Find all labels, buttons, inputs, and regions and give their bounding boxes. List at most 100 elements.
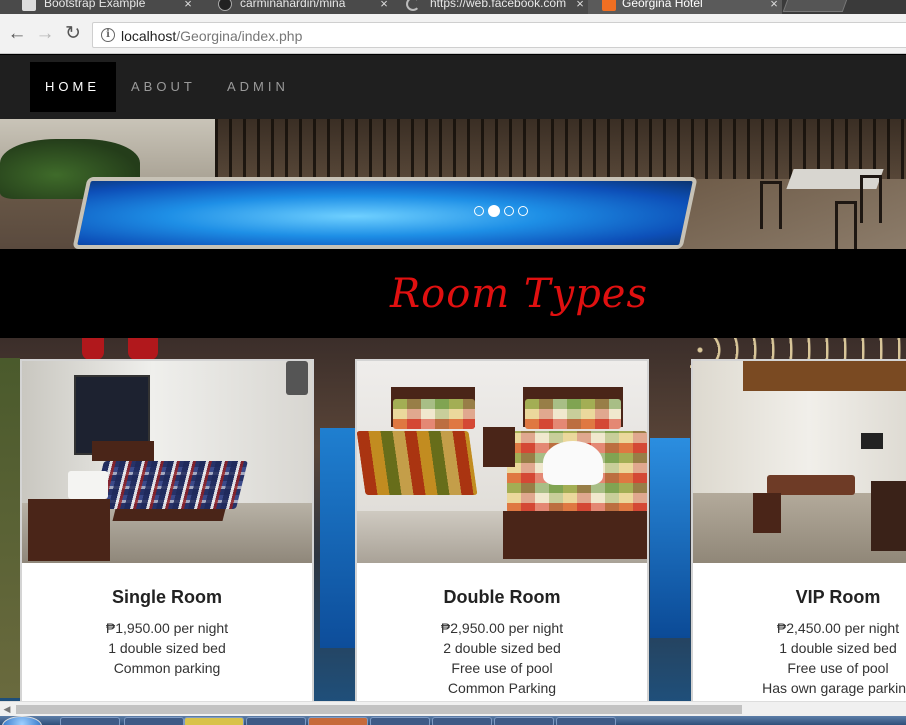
room-card-vip[interactable]: VIP Room ₱2,450.00 per night 1 double si… bbox=[691, 359, 906, 701]
tab-georgina-hotel[interactable]: Georgina Hotel × bbox=[588, 0, 782, 14]
taskbar-item[interactable] bbox=[124, 717, 184, 725]
close-icon[interactable]: × bbox=[572, 0, 588, 12]
address-bar[interactable]: i localhost/Georgina/index.php bbox=[92, 22, 906, 48]
room-price: ₱1,950.00 per night bbox=[105, 620, 229, 636]
room-card-single[interactable]: Single Room ₱1,950.00 per night 1 double… bbox=[20, 359, 314, 701]
background-tree bbox=[0, 358, 20, 698]
site-navbar: HOME ABOUT ADMIN bbox=[0, 55, 906, 119]
photo-chair bbox=[68, 471, 108, 499]
photo-desk bbox=[28, 499, 110, 561]
photo-bed-frame bbox=[503, 511, 647, 559]
background-curtain bbox=[128, 338, 158, 360]
tab-title: carminahardin/mina bbox=[240, 0, 346, 10]
os-taskbar bbox=[0, 716, 906, 725]
taskbar-item[interactable] bbox=[60, 717, 120, 725]
photo-pillow bbox=[393, 399, 475, 429]
tab-facebook[interactable]: https://web.facebook.com × bbox=[392, 0, 588, 14]
nav-home[interactable]: HOME bbox=[30, 62, 116, 112]
photo-bed bbox=[92, 461, 248, 509]
room-price: ₱2,950.00 per night bbox=[440, 620, 564, 636]
github-icon bbox=[218, 0, 232, 11]
room-feature: Free use of pool bbox=[787, 660, 889, 676]
room-feature: 1 double sized bed bbox=[779, 640, 897, 656]
xampp-icon bbox=[602, 0, 616, 11]
room-feature: Common Parking bbox=[447, 680, 557, 696]
room-info: Single Room ₱1,950.00 per night 1 double… bbox=[22, 563, 312, 678]
room-price: ₱2,450.00 per night bbox=[776, 620, 900, 636]
room-info: VIP Room ₱2,450.00 per night 1 double si… bbox=[693, 563, 906, 698]
photo-nightstand bbox=[753, 493, 781, 533]
url-text: localhost/Georgina/index.php bbox=[121, 28, 302, 44]
photo-bed bbox=[357, 431, 478, 495]
close-icon[interactable]: × bbox=[376, 0, 392, 12]
taskbar-item[interactable] bbox=[308, 717, 368, 725]
photo-tv bbox=[861, 433, 883, 449]
photo-bed-frame bbox=[112, 509, 226, 521]
photo-towel-swans bbox=[543, 441, 603, 485]
photo-ceiling-trim bbox=[743, 361, 906, 391]
taskbar-item[interactable] bbox=[184, 717, 244, 725]
tab-bootstrap-example[interactable]: Bootstrap Example × bbox=[0, 0, 196, 14]
start-button[interactable] bbox=[2, 716, 42, 725]
photo-tv bbox=[286, 361, 308, 395]
section-title: Room Types bbox=[390, 271, 649, 317]
tab-title: Georgina Hotel bbox=[622, 0, 703, 10]
background-pool bbox=[650, 438, 690, 638]
taskbar-item[interactable] bbox=[370, 717, 430, 725]
section-heading-band: Room Types bbox=[0, 249, 906, 338]
room-types-section: Single Room ₱1,950.00 per night 1 double… bbox=[0, 338, 906, 701]
carousel-indicator-3[interactable] bbox=[504, 205, 514, 216]
taskbar-item[interactable] bbox=[432, 717, 492, 725]
room-photo-single bbox=[22, 361, 312, 563]
carousel-indicator-4[interactable] bbox=[518, 205, 528, 216]
tab-title: https://web.facebook.com bbox=[430, 0, 567, 10]
scroll-left-icon[interactable]: ◀ bbox=[2, 704, 12, 714]
taskbar-item[interactable] bbox=[556, 717, 616, 725]
hero-photo-chair bbox=[760, 181, 782, 229]
reload-icon[interactable]: ↻ bbox=[63, 24, 83, 44]
photo-pillow bbox=[525, 399, 621, 429]
loading-icon bbox=[406, 0, 420, 11]
carousel-indicator-1[interactable] bbox=[474, 205, 484, 216]
photo-dining-set bbox=[871, 481, 906, 551]
close-icon[interactable]: × bbox=[766, 0, 782, 12]
carousel-indicators bbox=[474, 202, 532, 217]
background-curtain bbox=[82, 338, 104, 360]
browser-window: Bootstrap Example × carminahardin/mina ×… bbox=[0, 0, 906, 725]
info-icon[interactable]: i bbox=[101, 28, 115, 42]
room-photo-vip bbox=[693, 361, 906, 563]
room-name: VIP Room bbox=[795, 587, 881, 607]
forward-arrow-icon[interactable]: → bbox=[35, 24, 55, 44]
room-card-double[interactable]: Double Room ₱2,950.00 per night 2 double… bbox=[355, 359, 649, 701]
room-photo-double bbox=[357, 361, 647, 563]
background-pool bbox=[320, 428, 360, 648]
photo-nightstand bbox=[483, 427, 515, 467]
taskbar-item[interactable] bbox=[246, 717, 306, 725]
photo-bed bbox=[767, 475, 855, 495]
hero-photo-chair bbox=[860, 175, 882, 223]
nav-admin[interactable]: ADMIN bbox=[212, 62, 304, 112]
room-feature: Free use of pool bbox=[451, 660, 553, 676]
tab-title: Bootstrap Example bbox=[44, 0, 146, 10]
photo-headboard bbox=[92, 441, 154, 461]
browser-toolbar: ← → ↻ i localhost/Georgina/index.php bbox=[0, 14, 906, 54]
room-feature: Common parking bbox=[113, 660, 221, 676]
taskbar-item[interactable] bbox=[494, 717, 554, 725]
close-icon[interactable]: × bbox=[180, 0, 196, 12]
room-feature: Has own garage parking bbox=[762, 680, 906, 696]
hero-photo-chair bbox=[835, 201, 857, 249]
url-path: /Georgina/index.php bbox=[176, 28, 303, 44]
new-tab-button[interactable] bbox=[782, 0, 850, 12]
back-arrow-icon[interactable]: ← bbox=[7, 24, 27, 44]
url-host: localhost bbox=[121, 28, 177, 44]
tab-github[interactable]: carminahardin/mina × bbox=[196, 0, 392, 14]
nav-about[interactable]: ABOUT bbox=[116, 62, 211, 112]
document-icon bbox=[22, 0, 36, 11]
hero-carousel[interactable] bbox=[0, 119, 906, 249]
room-info: Double Room ₱2,950.00 per night 2 double… bbox=[357, 563, 647, 698]
room-name: Double Room bbox=[443, 587, 561, 607]
scrollbar-thumb[interactable] bbox=[16, 705, 742, 714]
carousel-indicator-2[interactable] bbox=[488, 204, 500, 217]
hero-photo-pool bbox=[72, 177, 698, 249]
horizontal-scrollbar[interactable]: ◀ bbox=[0, 701, 906, 716]
